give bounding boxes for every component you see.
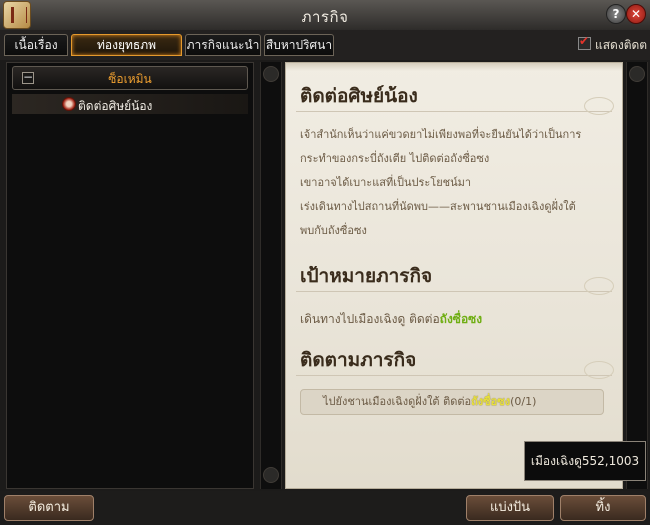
- quest-title: ติดต่อศิษย์น้อง: [300, 85, 418, 107]
- tracking-label: ไปยังชานเมืองเฉิงดูฝั่งใต้ ติดต่อ: [323, 395, 472, 408]
- description-line: เจ้าสำนักเห็นว่าแค่ขวดยาไม่เพียงพอที่จะย…: [300, 128, 582, 141]
- description-line: กระทำของกระบี่ถังเตีย ไปติดต่อถังซื่อซง: [300, 152, 490, 165]
- bottom-bar: ติดตาม แบ่งปัน ทิ้ง: [0, 491, 650, 525]
- track-button[interactable]: ติดตาม: [4, 495, 94, 521]
- quest-seal-icon: [62, 97, 76, 111]
- quest-list-panel: − ซ็อเหมิน ติดต่อศิษย์น้อง: [6, 62, 254, 489]
- objective-label: เดินทางไปเมืองเฉิงดู ติดต่อ: [300, 312, 440, 326]
- divider: [296, 291, 612, 292]
- tracking-heading: ติดตามภารกิจ: [300, 349, 417, 371]
- tracking-box[interactable]: ไปยังชานเมืองเฉิงดูฝั่งใต้ ติดต่อถังซื่อ…: [300, 389, 604, 415]
- tab-bar: เนื้อเรื่อง ท่องยุทธภพ ภารกิจแนะนำ สืบหา…: [0, 30, 650, 60]
- description-line: เขาอาจได้เบาะแสที่เป็นประโยชน์มา: [300, 176, 472, 189]
- scrollbar-track[interactable]: [626, 62, 648, 489]
- tab-recommended[interactable]: ภารกิจแนะนำ: [185, 34, 261, 56]
- divider: [296, 375, 612, 376]
- tracking-progress: (0/1): [510, 395, 537, 408]
- checkbox-icon[interactable]: [578, 34, 591, 50]
- show-tracking-label: แสดงติดต: [595, 38, 648, 52]
- share-button[interactable]: แบ่งปัน: [466, 495, 554, 521]
- objective-heading: เป้าหมายภารกิจ: [300, 265, 433, 287]
- tab-main-story[interactable]: เนื้อเรื่อง: [4, 34, 68, 56]
- quest-group-label: ซ็อเหมิน: [108, 72, 152, 86]
- ornament-icon: [263, 467, 279, 483]
- quest-list-item[interactable]: ติดต่อศิษย์น้อง: [12, 94, 248, 114]
- coordinate-tooltip: เมืองเฉิงดู552,1003: [524, 441, 646, 481]
- cloud-ornament-icon: [584, 361, 614, 379]
- quest-group-header[interactable]: − ซ็อเหมิน: [12, 66, 248, 90]
- tab-mystery[interactable]: สืบหาปริศนา: [264, 34, 334, 56]
- tracking-target-link[interactable]: ถังซื่อซง: [471, 395, 510, 408]
- ornament-icon: [263, 66, 279, 82]
- description-line: เร่งเดินทางไปสถานที่นัดพบ——สะพานชานเมือง…: [300, 200, 576, 213]
- objective-target-link[interactable]: ถังซื่อซง: [440, 312, 482, 326]
- title-bar: ภารกิจ ? ✕: [0, 0, 650, 31]
- quest-item-label: ติดต่อศิษย์น้อง: [78, 99, 153, 113]
- divider: [296, 111, 612, 112]
- objective-text: เดินทางไปเมืองเฉิงดู ติดต่อถังซื่อซง: [300, 310, 482, 329]
- close-icon[interactable]: ✕: [626, 4, 646, 24]
- window-title: ภารกิจ: [301, 8, 349, 26]
- tab-wander[interactable]: ท่องยุทธภพ: [71, 34, 182, 56]
- scroll-up-icon[interactable]: [629, 66, 645, 82]
- help-icon[interactable]: ?: [606, 4, 626, 24]
- abandon-button[interactable]: ทิ้ง: [560, 495, 646, 521]
- show-tracking-toggle[interactable]: แสดงติดต: [578, 34, 648, 55]
- cloud-ornament-icon: [584, 277, 614, 295]
- cloud-ornament-icon: [584, 97, 614, 115]
- divider-gutter: [260, 62, 282, 489]
- quest-detail-panel: ติดต่อศิษย์น้อง เจ้าสำนักเห็นว่าแค่ขวดยา…: [285, 62, 623, 489]
- description-line: พบกับถังซื่อซง: [300, 224, 367, 237]
